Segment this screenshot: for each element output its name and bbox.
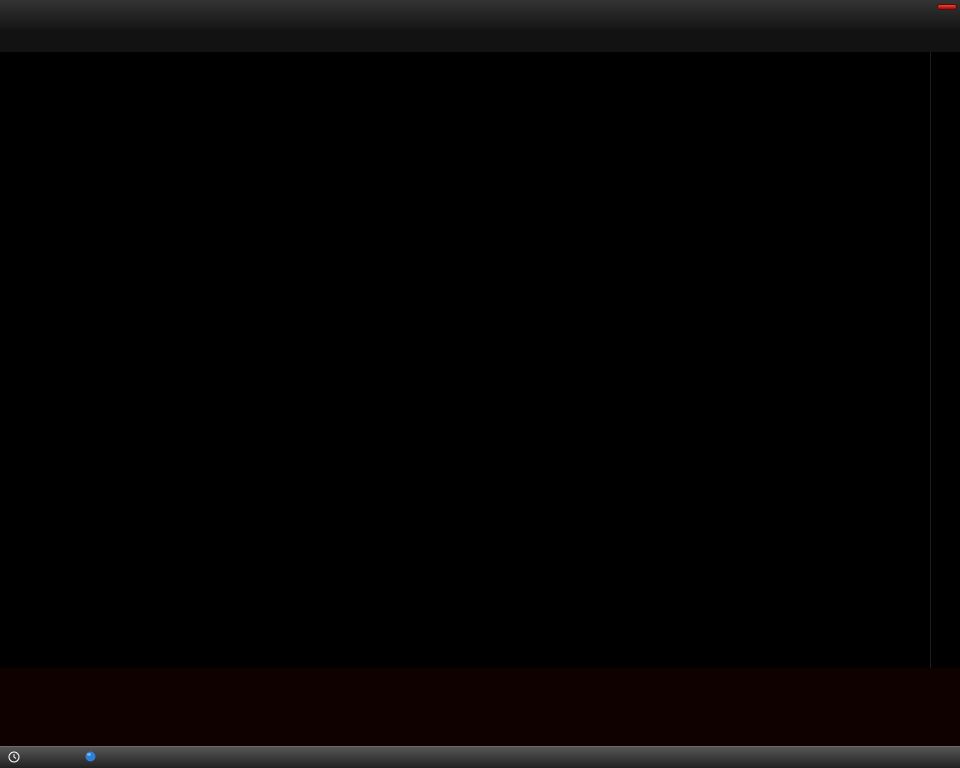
exit-button[interactable] (937, 4, 957, 10)
status-bar (0, 746, 960, 768)
top-bar (0, 0, 960, 31)
server-mode (85, 751, 101, 765)
server-mode-icon (85, 751, 96, 765)
page-bar (0, 30, 960, 52)
app-title (0, 0, 960, 30)
side-controls (930, 52, 960, 668)
smart-client-window (0, 0, 960, 768)
status-datetime (0, 751, 25, 766)
alarm-log (0, 668, 960, 746)
panel-grid (0, 52, 930, 668)
clock-icon (8, 751, 20, 766)
